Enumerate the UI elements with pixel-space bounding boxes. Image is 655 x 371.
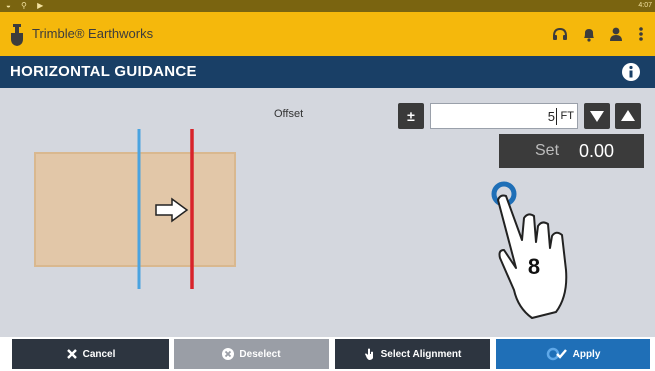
apply-button[interactable]: Apply bbox=[496, 339, 650, 369]
text-cursor bbox=[556, 108, 557, 125]
page-title: HORIZONTAL GUIDANCE bbox=[10, 63, 197, 80]
app-bar: Trimble® Earthworks bbox=[0, 12, 655, 56]
status-icons: ◒ ⚲ ▶ bbox=[6, 1, 48, 10]
cancel-label: Cancel bbox=[82, 348, 116, 360]
offset-input[interactable]: 5 FT bbox=[430, 103, 578, 129]
offset-value: 5 bbox=[547, 109, 555, 124]
triangle-down-icon bbox=[590, 111, 604, 122]
bell-icon[interactable] bbox=[580, 25, 598, 43]
guidance-panel: Offset ± 5 FT Set 0.00 8 bbox=[0, 88, 655, 337]
headset-icon[interactable] bbox=[551, 25, 569, 43]
select-alignment-button[interactable]: Select Alignment bbox=[335, 339, 490, 369]
decrement-button[interactable] bbox=[584, 103, 610, 129]
shovel-icon bbox=[11, 24, 23, 46]
info-icon[interactable] bbox=[621, 62, 641, 82]
deselect-label: Deselect bbox=[239, 348, 281, 360]
action-bar: Cancel Deselect Select Alignment Apply bbox=[0, 337, 655, 371]
tap-hand-icon: 8 bbox=[491, 181, 568, 319]
check-icon bbox=[546, 347, 567, 361]
offset-unit: FT bbox=[560, 110, 574, 122]
set-label: Set bbox=[535, 142, 560, 159]
set-value: 0.00 bbox=[579, 141, 615, 161]
page-header: HORIZONTAL GUIDANCE bbox=[0, 56, 655, 88]
app-title: Trimble® Earthworks bbox=[32, 26, 154, 41]
increment-button[interactable] bbox=[615, 103, 641, 129]
status-time: 4:07 bbox=[638, 2, 652, 9]
plus-minus-button[interactable]: ± bbox=[398, 103, 424, 129]
hand-pointer-icon bbox=[364, 348, 373, 360]
step-number: 8 bbox=[528, 254, 540, 279]
work-area-rect bbox=[34, 152, 236, 267]
set-button[interactable]: Set 0.00 bbox=[499, 134, 644, 168]
offset-diagram bbox=[34, 129, 236, 289]
plus-minus-label: ± bbox=[407, 108, 415, 124]
clear-circle-icon bbox=[222, 348, 235, 360]
status-bar: ◒ ⚲ ▶ 4:07 bbox=[0, 0, 655, 12]
more-vert-icon[interactable] bbox=[636, 25, 646, 43]
deselect-button[interactable]: Deselect bbox=[174, 339, 329, 369]
select-alignment-label: Select Alignment bbox=[380, 348, 462, 360]
apply-label: Apply bbox=[572, 348, 601, 360]
triangle-up-icon bbox=[621, 110, 635, 121]
close-icon bbox=[66, 349, 77, 359]
cancel-button[interactable]: Cancel bbox=[12, 339, 169, 369]
offset-label: Offset bbox=[274, 108, 304, 120]
user-icon[interactable] bbox=[607, 25, 625, 43]
